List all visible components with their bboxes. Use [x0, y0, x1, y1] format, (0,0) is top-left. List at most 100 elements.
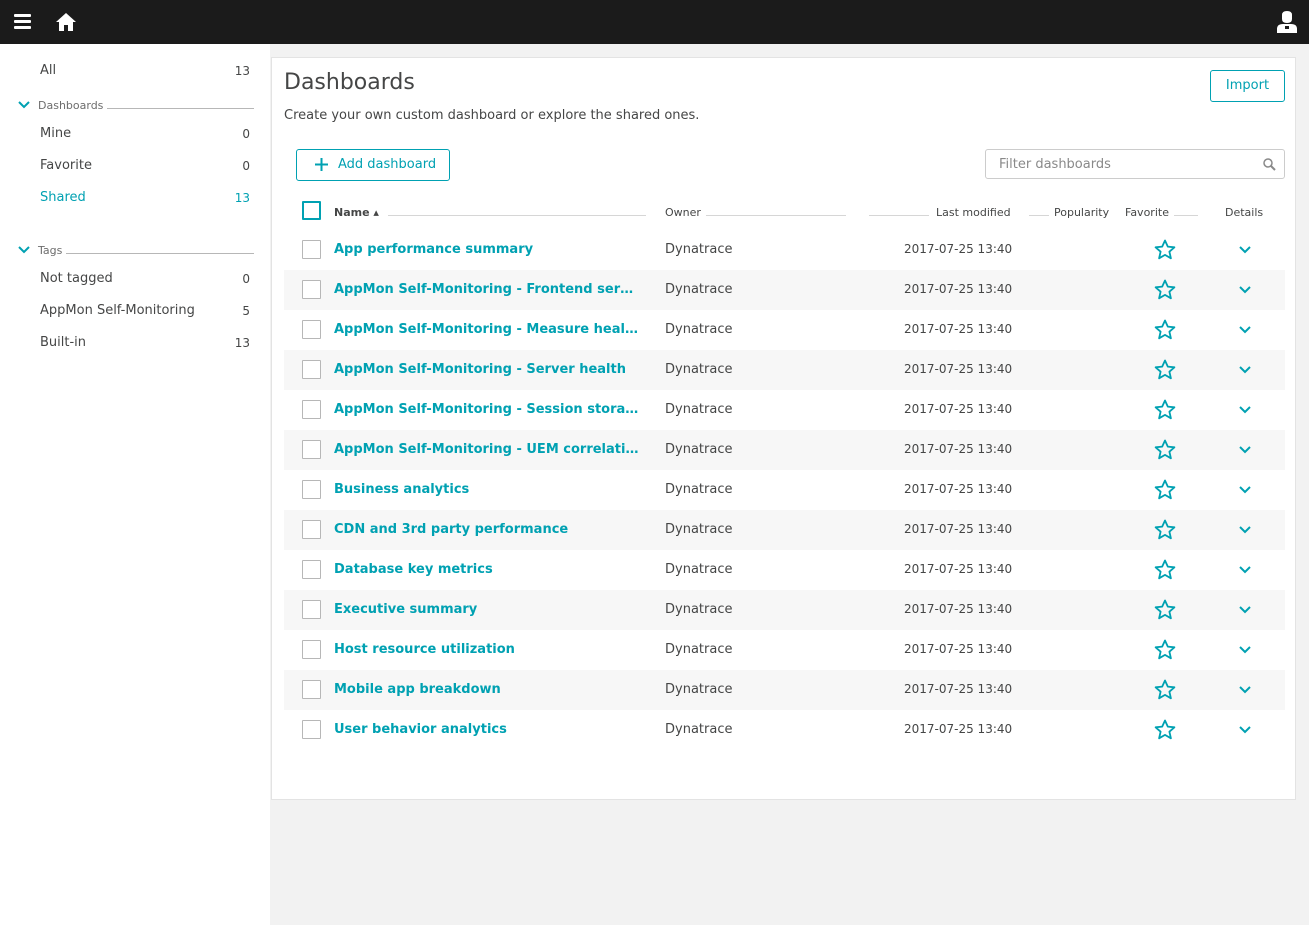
star-icon[interactable]: [1154, 439, 1176, 460]
last-modified-cell: 2017-07-25 13:40: [904, 242, 1013, 256]
row-checkbox[interactable]: [302, 240, 321, 259]
star-icon[interactable]: [1154, 239, 1176, 260]
star-icon[interactable]: [1154, 279, 1176, 300]
add-dashboard-button[interactable]: Add dashboard: [296, 149, 450, 181]
column-header-last-modified[interactable]: Last modified: [936, 206, 1011, 219]
sidebar-item-count: 13: [234, 336, 250, 350]
divider: [1174, 215, 1198, 216]
row-checkbox[interactable]: [302, 640, 321, 659]
star-icon[interactable]: [1154, 319, 1176, 340]
last-modified-cell: 2017-07-25 13:40: [904, 562, 1013, 576]
chevron-down-icon[interactable]: [1238, 725, 1252, 735]
sidebar-item-favorite[interactable]: Favorite 0: [40, 154, 250, 178]
chevron-down-icon[interactable]: [18, 245, 30, 255]
dashboard-name-link[interactable]: AppMon Self-Monitoring - Frontend server…: [334, 282, 640, 297]
table-row: AppMon Self-Monitoring - Server health D…: [284, 350, 1285, 390]
sidebar-item-built-in[interactable]: Built-in 13: [40, 331, 250, 355]
column-header-details: Details: [1225, 206, 1264, 219]
owner-cell: Dynatrace: [665, 282, 733, 297]
sidebar-item-count: 5: [242, 304, 250, 318]
chevron-down-icon[interactable]: [1238, 325, 1252, 335]
row-checkbox[interactable]: [302, 560, 321, 579]
user-icon[interactable]: [1277, 11, 1297, 33]
star-icon[interactable]: [1154, 559, 1176, 580]
row-checkbox[interactable]: [302, 720, 321, 739]
chevron-down-icon[interactable]: [1238, 245, 1252, 255]
chevron-down-icon[interactable]: [1238, 365, 1252, 375]
select-all-checkbox[interactable]: [302, 201, 321, 220]
owner-cell: Dynatrace: [665, 682, 733, 697]
dashboard-name-link[interactable]: AppMon Self-Monitoring - Session storage: [334, 402, 640, 417]
last-modified-cell: 2017-07-25 13:40: [904, 442, 1013, 456]
row-checkbox[interactable]: [302, 280, 321, 299]
dashboard-name-link[interactable]: AppMon Self-Monitoring - Measure health: [334, 322, 640, 337]
sidebar-item-not-tagged[interactable]: Not tagged 0: [40, 267, 250, 291]
chevron-down-icon[interactable]: [1238, 565, 1252, 575]
star-icon[interactable]: [1154, 399, 1176, 420]
star-icon[interactable]: [1154, 599, 1176, 620]
menu-icon[interactable]: [14, 14, 31, 29]
sidebar-item-appmon-self-monitoring[interactable]: AppMon Self-Monitoring 5: [40, 299, 250, 323]
home-icon[interactable]: [55, 11, 77, 33]
import-button[interactable]: Import: [1210, 70, 1285, 102]
owner-cell: Dynatrace: [665, 482, 733, 497]
sidebar-item-count: 0: [242, 127, 250, 141]
column-header-popularity[interactable]: Popularity: [1054, 206, 1109, 219]
star-icon[interactable]: [1154, 639, 1176, 660]
owner-cell: Dynatrace: [665, 242, 733, 257]
dashboard-name-link[interactable]: AppMon Self-Monitoring - Server health: [334, 362, 640, 377]
chevron-down-icon[interactable]: [1238, 485, 1252, 495]
row-checkbox[interactable]: [302, 680, 321, 699]
chevron-down-icon[interactable]: [1238, 605, 1252, 615]
chevron-down-icon[interactable]: [1238, 285, 1252, 295]
row-checkbox[interactable]: [302, 400, 321, 419]
chevron-down-icon[interactable]: [1238, 525, 1252, 535]
row-checkbox[interactable]: [302, 440, 321, 459]
star-icon[interactable]: [1154, 519, 1176, 540]
chevron-down-icon[interactable]: [1238, 685, 1252, 695]
row-checkbox[interactable]: [302, 360, 321, 379]
row-checkbox[interactable]: [302, 600, 321, 619]
page-title: Dashboards: [284, 70, 415, 95]
sidebar-item-label: Not tagged: [40, 271, 113, 286]
table-row: AppMon Self-Monitoring - UEM correlation…: [284, 430, 1285, 470]
row-checkbox[interactable]: [302, 320, 321, 339]
row-checkbox[interactable]: [302, 520, 321, 539]
sidebar-group-label: Dashboards: [38, 97, 108, 115]
table-row: Mobile app breakdown Dynatrace 2017-07-2…: [284, 670, 1285, 710]
dashboard-name-link[interactable]: Host resource utilization: [334, 642, 640, 657]
owner-cell: Dynatrace: [665, 362, 733, 377]
divider: [388, 215, 646, 216]
chevron-down-icon[interactable]: [18, 100, 30, 110]
dashboard-name-link[interactable]: App performance summary: [334, 242, 640, 257]
dashboard-name-link[interactable]: Executive summary: [334, 602, 640, 617]
dashboard-name-link[interactable]: User behavior analytics: [334, 722, 640, 737]
chevron-down-icon[interactable]: [1238, 645, 1252, 655]
sidebar-item-shared[interactable]: Shared 13: [40, 186, 250, 210]
sidebar-item-all[interactable]: All 13: [40, 59, 250, 83]
column-header-name[interactable]: Name ▴: [334, 206, 379, 219]
last-modified-cell: 2017-07-25 13:40: [904, 602, 1013, 616]
divider: [38, 253, 254, 254]
star-icon[interactable]: [1154, 479, 1176, 500]
filter-dashboards-input[interactable]: [987, 151, 1257, 177]
sidebar-item-mine[interactable]: Mine 0: [40, 122, 250, 146]
owner-cell: Dynatrace: [665, 442, 733, 457]
column-header-favorite[interactable]: Favorite: [1125, 206, 1169, 219]
sidebar-item-count: 0: [242, 159, 250, 173]
last-modified-cell: 2017-07-25 13:40: [904, 282, 1013, 296]
column-header-owner[interactable]: Owner: [665, 206, 701, 219]
dashboard-name-link[interactable]: CDN and 3rd party performance: [334, 522, 640, 537]
sidebar-item-label: Mine: [40, 126, 72, 141]
dashboard-name-link[interactable]: AppMon Self-Monitoring - UEM correlation: [334, 442, 640, 457]
dashboard-name-link[interactable]: Database key metrics: [334, 562, 640, 577]
star-icon[interactable]: [1154, 679, 1176, 700]
star-icon[interactable]: [1154, 359, 1176, 380]
dashboard-name-link[interactable]: Mobile app breakdown: [334, 682, 640, 697]
last-modified-cell: 2017-07-25 13:40: [904, 642, 1013, 656]
chevron-down-icon[interactable]: [1238, 445, 1252, 455]
row-checkbox[interactable]: [302, 480, 321, 499]
star-icon[interactable]: [1154, 719, 1176, 740]
dashboard-name-link[interactable]: Business analytics: [334, 482, 640, 497]
chevron-down-icon[interactable]: [1238, 405, 1252, 415]
